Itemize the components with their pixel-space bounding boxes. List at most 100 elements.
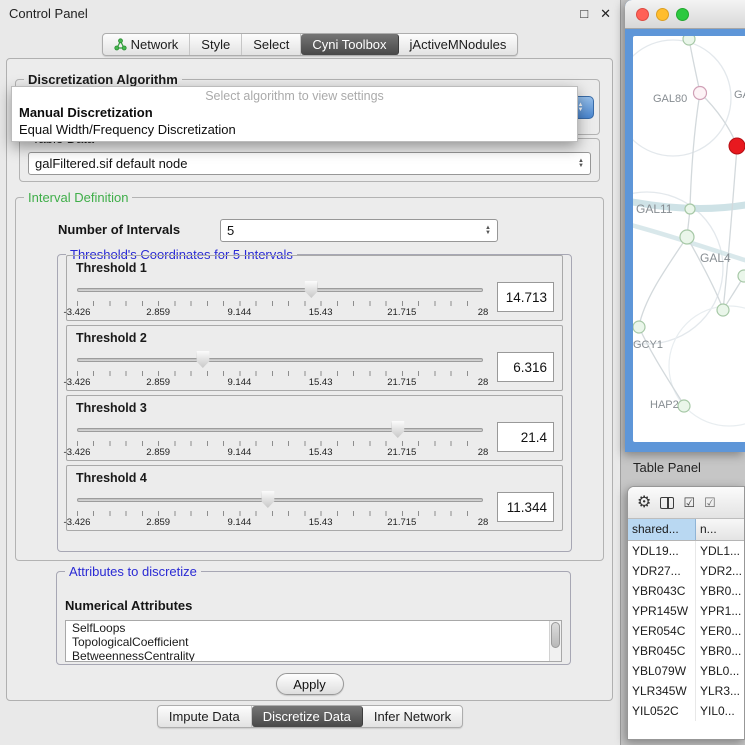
list-scrollbar[interactable] <box>549 621 561 661</box>
scale-label: -3.426 <box>64 447 91 458</box>
tab-impute-data[interactable]: Impute Data <box>158 706 252 727</box>
threshold-slider[interactable]: -3.426 2.859 9.144 15.43 21.715 28 <box>77 490 483 528</box>
columns-icon[interactable] <box>660 497 674 509</box>
threshold-slider[interactable]: -3.426 2.859 9.144 15.43 21.715 28 <box>77 350 483 388</box>
number-of-intervals-combobox[interactable]: 5 ▲▼ <box>220 219 498 242</box>
network-canvas[interactable]: GAL80 GA GAL11 GAL4 GCY1 HAP2 <box>633 36 745 442</box>
table-cell[interactable]: YBL079W <box>628 661 696 681</box>
tab-style[interactable]: Style <box>190 34 242 55</box>
table-data-group: Table Data galFiltered.sif default node … <box>19 138 600 182</box>
scale-label: 15.43 <box>309 307 333 318</box>
threshold-panel: Threshold 3 -3.426 2.859 9.144 15.43 <box>66 395 563 461</box>
network-node <box>685 204 695 214</box>
tab-select[interactable]: Select <box>242 34 301 55</box>
table-cell[interactable]: YLR345W <box>628 681 696 701</box>
tab-network[interactable]: Network <box>103 34 191 55</box>
scale-label: 2.859 <box>146 447 170 458</box>
control-panel-window: Control Panel □ ✕ Network <box>0 0 621 745</box>
table-cell[interactable]: YDR2... <box>696 561 744 581</box>
tab-label: Select <box>253 37 289 52</box>
tab-cyni-toolbox[interactable]: Cyni Toolbox <box>301 34 398 55</box>
apply-button[interactable]: Apply <box>276 673 344 695</box>
table-row[interactable]: YDL19... YDL1... <box>628 541 744 561</box>
slider-scale-labels: -3.426 2.859 9.144 15.43 21.715 28 <box>77 447 483 458</box>
close-traffic-light[interactable] <box>636 8 649 21</box>
table-row[interactable]: YBL079W YBL0... <box>628 661 744 681</box>
table-cell[interactable]: YLR3... <box>696 681 744 701</box>
scale-label: 9.144 <box>228 447 252 458</box>
table-cell[interactable]: YBR043C <box>628 581 696 601</box>
threshold-slider[interactable]: -3.426 2.859 9.144 15.43 21.715 28 <box>77 420 483 458</box>
select-all-icon[interactable]: ☑ <box>683 496 695 509</box>
network-node <box>683 36 695 45</box>
table-cell[interactable]: YBR0... <box>696 641 744 661</box>
table-cell[interactable]: YER0... <box>696 621 744 641</box>
slider-track <box>77 428 483 432</box>
popup-item-manual-discretization[interactable]: Manual Discretization <box>12 104 577 121</box>
scrollbar-thumb[interactable] <box>551 622 560 648</box>
close-icon[interactable]: ✕ <box>600 7 611 20</box>
table-cell[interactable]: YPR145W <box>628 601 696 621</box>
combobox-stepper-icon: ▲▼ <box>485 226 491 236</box>
table-cell[interactable]: YDL19... <box>628 541 696 561</box>
node-label: HAP2 <box>650 399 679 411</box>
minimize-traffic-light[interactable] <box>656 8 669 21</box>
list-item[interactable]: SelfLoops <box>66 621 561 635</box>
numerical-attributes-list[interactable]: SelfLoops TopologicalCoefficient Between… <box>65 620 562 662</box>
column-header-shared-name[interactable]: shared... <box>628 519 696 540</box>
table-row[interactable]: YER054C YER0... <box>628 621 744 641</box>
tab-label: Cyni Toolbox <box>312 37 386 52</box>
slider-thumb[interactable] <box>196 351 209 368</box>
slider-ticks <box>77 511 483 516</box>
table-cell[interactable]: YBR0... <box>696 581 744 601</box>
node-label: GAL80 <box>653 93 687 105</box>
table-cell[interactable]: YIL0... <box>696 701 744 721</box>
list-item[interactable]: TopologicalCoefficient <box>66 635 561 649</box>
right-dock-area: GAL80 GA GAL11 GAL4 GCY1 HAP2 Table Pane… <box>621 0 745 745</box>
tab-label: Impute Data <box>169 709 240 724</box>
threshold-slider[interactable]: -3.426 2.859 9.144 15.43 21.715 28 <box>77 280 483 318</box>
table-row[interactable]: YIL052C YIL0... <box>628 701 744 721</box>
numerical-attributes-label: Numerical Attributes <box>65 598 192 613</box>
table-cell[interactable]: YBR045C <box>628 641 696 661</box>
slider-thumb[interactable] <box>261 491 274 508</box>
popup-item-equal-width-frequency[interactable]: Equal Width/Frequency Discretization <box>12 121 577 138</box>
scale-label: 15.43 <box>309 377 333 388</box>
control-panel-titlebar: Control Panel □ ✕ <box>0 0 620 26</box>
tab-label: Style <box>201 37 230 52</box>
slider-thumb[interactable] <box>391 421 404 438</box>
table-row[interactable]: YPR145W YPR1... <box>628 601 744 621</box>
panel-title: Control Panel <box>9 6 568 21</box>
table-row[interactable]: YBR043C YBR0... <box>628 581 744 601</box>
table-cell[interactable]: YIL052C <box>628 701 696 721</box>
table-cell[interactable]: YER054C <box>628 621 696 641</box>
top-tab-bar: Network Style Select Cyni Toolbox jActiv… <box>0 33 620 56</box>
table-cell[interactable]: YBL0... <box>696 661 744 681</box>
table-row[interactable]: YDR27... YDR2... <box>628 561 744 581</box>
threshold-value-field[interactable]: 6.316 <box>497 352 554 382</box>
slider-thumb[interactable] <box>305 281 318 298</box>
table-row[interactable]: YLR345W YLR3... <box>628 681 744 701</box>
threshold-value-field[interactable]: 11.344 <box>497 492 554 522</box>
slider-ticks <box>77 441 483 446</box>
list-item[interactable]: BetweennessCentrality <box>66 649 561 662</box>
table-cell[interactable]: YPR1... <box>696 601 744 621</box>
bottom-tab-bar: Impute Data Discretize Data Infer Networ… <box>0 705 620 728</box>
tab-discretize-data[interactable]: Discretize Data <box>252 706 363 727</box>
tab-label: Discretize Data <box>263 709 351 724</box>
table-data-combobox[interactable]: galFiltered.sif default node ▲▼ <box>28 152 591 175</box>
column-header-name[interactable]: n... <box>696 519 744 540</box>
float-window-icon[interactable]: □ <box>580 7 588 20</box>
table-cell[interactable]: YDR27... <box>628 561 696 581</box>
gear-icon[interactable]: ⚙ <box>637 495 651 511</box>
table-row[interactable]: YBR045C YBR0... <box>628 641 744 661</box>
group-title: Discretization Algorithm <box>24 72 182 87</box>
table-cell[interactable]: YDL1... <box>696 541 744 561</box>
threshold-value-field[interactable]: 21.4 <box>497 422 554 452</box>
tab-jactivemnodules[interactable]: jActiveMNodules <box>399 34 518 55</box>
network-graph: GAL80 GA GAL11 GAL4 GCY1 HAP2 <box>633 36 745 442</box>
zoom-traffic-light[interactable] <box>676 8 689 21</box>
select-some-icon[interactable]: ☑ <box>704 496 716 509</box>
threshold-value-field[interactable]: 14.713 <box>497 282 554 312</box>
tab-infer-network[interactable]: Infer Network <box>363 706 462 727</box>
